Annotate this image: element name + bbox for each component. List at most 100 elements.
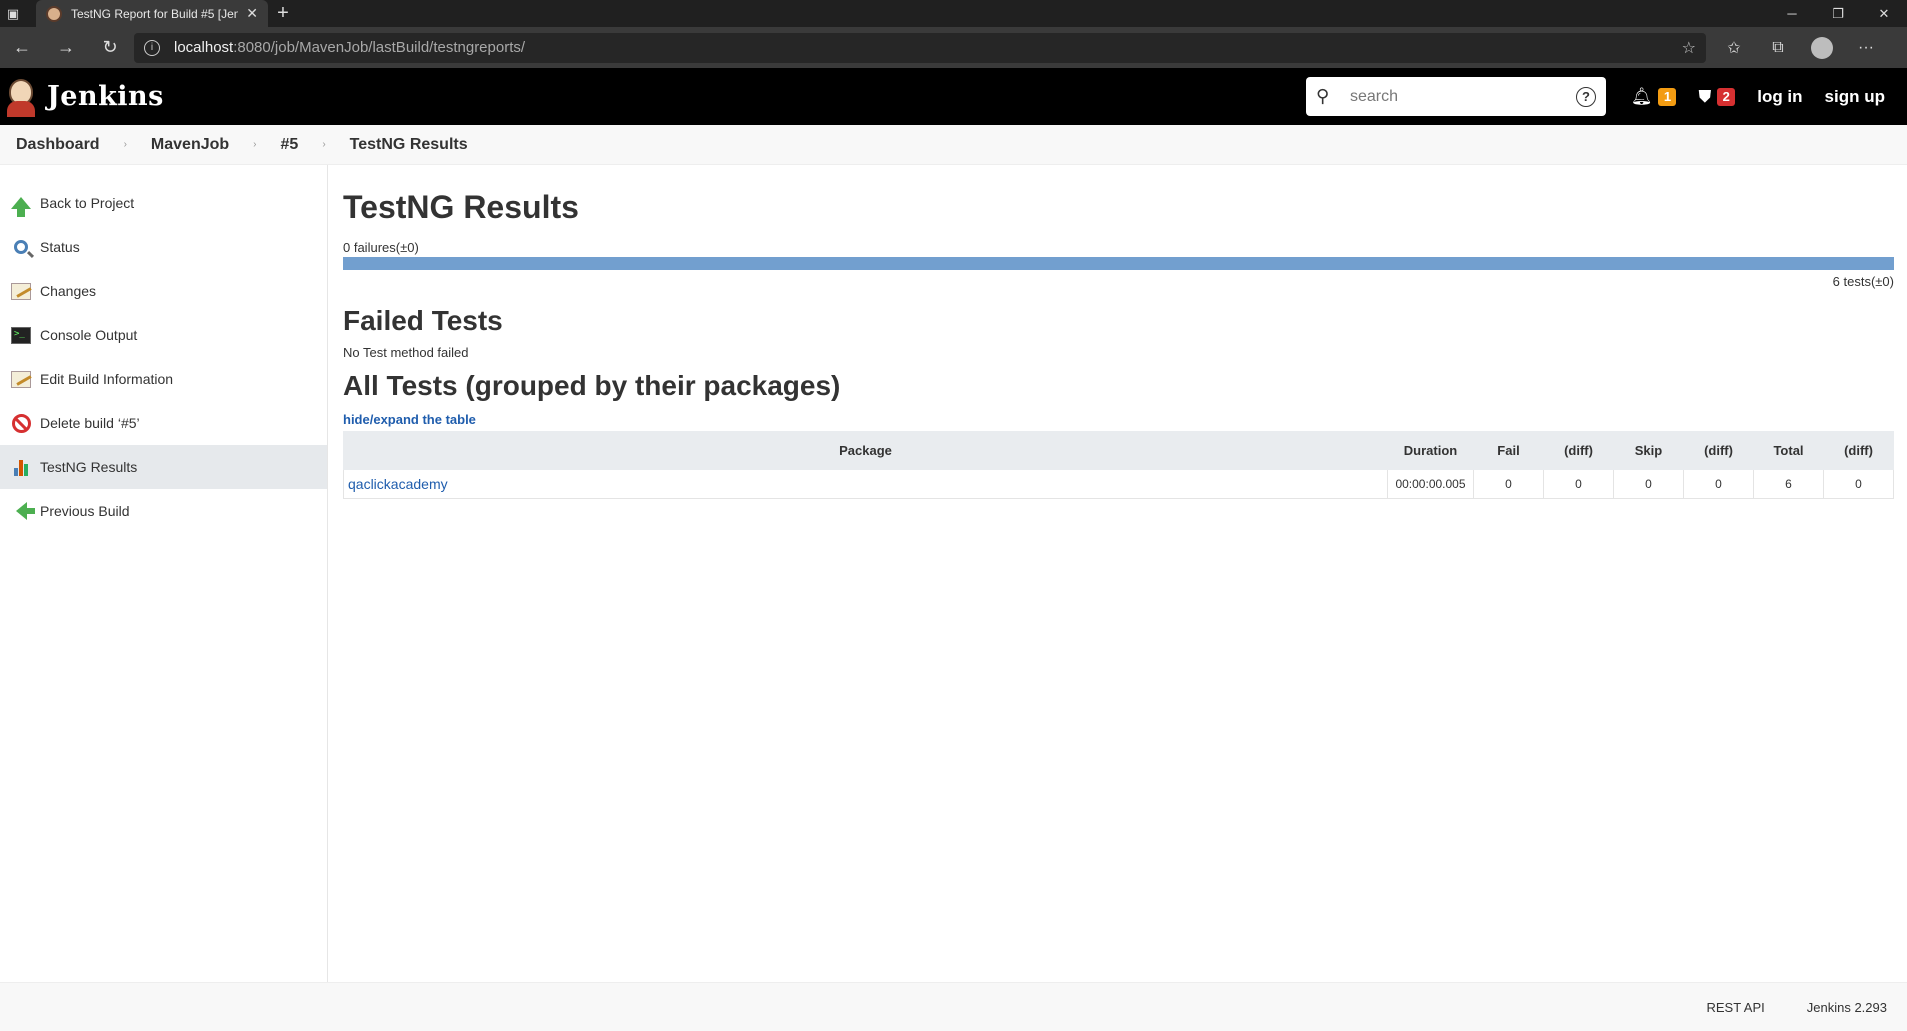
sidebar-item-label: Back to Project [40, 195, 135, 211]
close-tab-icon[interactable]: ✕ [246, 5, 258, 22]
back-icon[interactable]: ← [0, 27, 44, 68]
no-sign-icon [10, 412, 32, 434]
column-header-skip[interactable]: Skip [1613, 431, 1684, 470]
sidebar-item-label: Console Output [40, 327, 138, 343]
column-header-total[interactable]: Total [1753, 431, 1824, 470]
sidebar-item-console-output[interactable]: >_ Console Output [0, 313, 327, 357]
page-footer: REST API Jenkins 2.293 [0, 982, 1907, 1031]
column-header-total-diff[interactable]: (diff) [1823, 431, 1894, 470]
browser-tab[interactable]: TestNG Report for Build #5 [Jenk ✕ [36, 0, 268, 27]
collections-icon[interactable]: ⧉ [1756, 27, 1800, 68]
notifications[interactable]: 🔔︎ 1 [1631, 87, 1677, 107]
sidebar: Back to Project Status Changes >_ Consol… [0, 165, 328, 982]
fail-cell: 0 [1473, 469, 1544, 499]
favorites-icon[interactable]: ✩ [1712, 27, 1756, 68]
shield-icon: ⛊ [1698, 86, 1712, 106]
fail-diff-cell: 0 [1543, 469, 1614, 499]
breadcrumb-dashboard[interactable]: Dashboard [16, 136, 100, 154]
forward-icon[interactable]: → [44, 27, 88, 68]
search-box: ⚲ ? [1306, 77, 1606, 116]
column-header-package[interactable]: Package [343, 431, 1388, 470]
breadcrumb-build[interactable]: #5 [281, 136, 299, 154]
breadcrumb-current[interactable]: TestNG Results [350, 136, 468, 154]
security-alerts[interactable]: ⛊ 2 [1698, 86, 1736, 107]
table-header-row: Package Duration Fail (diff) Skip (diff)… [343, 431, 1894, 470]
chevron-right-icon: › [322, 139, 326, 150]
close-window-icon[interactable]: ✕ [1861, 0, 1907, 27]
security-badge: 2 [1717, 87, 1736, 106]
test-progress-bar [343, 257, 1894, 270]
terminal-icon: >_ [10, 324, 32, 346]
column-header-skip-diff[interactable]: (diff) [1683, 431, 1754, 470]
more-menu-icon[interactable]: ··· [1844, 27, 1888, 68]
table-row: qaclickacademy 00:00:00.005 0 0 0 0 6 0 [343, 469, 1894, 499]
chevron-right-icon: › [123, 139, 127, 150]
minimize-icon[interactable]: ─ [1769, 0, 1815, 27]
sidebar-item-label: TestNG Results [40, 459, 138, 475]
sidebar-item-previous-build[interactable]: Previous Build [0, 489, 327, 533]
magnifier-icon [10, 236, 32, 258]
bell-icon: 🔔︎ [1630, 86, 1653, 106]
tab-title: TestNG Report for Build #5 [Jenk [71, 6, 239, 21]
site-info-icon[interactable]: i [144, 39, 160, 56]
total-cell: 6 [1753, 469, 1824, 499]
jenkins-header: Jenkins ⚲ ? 🔔︎ 1 ⛊ 2 log in sign up [0, 68, 1907, 125]
sidebar-item-edit-build-information[interactable]: Edit Build Information [0, 357, 327, 401]
restore-icon[interactable]: ❐ [1815, 0, 1861, 27]
window-controls: ─ ❐ ✕ [1769, 0, 1907, 27]
sidebar-item-label: Edit Build Information [40, 371, 174, 387]
packages-table: Package Duration Fail (diff) Skip (diff)… [343, 431, 1894, 499]
breadcrumb: Dashboard › MavenJob › #5 › TestNG Resul… [0, 125, 1907, 165]
failed-tests-heading: Failed Tests [343, 305, 503, 336]
jenkins-favicon-icon [46, 5, 62, 22]
sidebar-item-back-to-project[interactable]: Back to Project [0, 181, 327, 225]
help-icon[interactable]: ? [1576, 86, 1596, 107]
profile-icon[interactable] [1800, 27, 1844, 68]
main-content: TestNG Results 0 failures(±0) 6 tests(±0… [343, 165, 1894, 499]
total-diff-cell: 0 [1823, 469, 1894, 499]
jenkins-logo-icon[interactable] [3, 77, 39, 117]
chart-icon [10, 456, 32, 478]
sidebar-item-testng-results[interactable]: TestNG Results [0, 445, 327, 489]
notepad-icon [10, 280, 32, 302]
sidebar-item-status[interactable]: Status [0, 225, 327, 269]
left-arrow-icon [10, 500, 35, 522]
refresh-icon[interactable]: ↻ [88, 27, 132, 68]
no-failed-message: No Test method failed [343, 345, 469, 360]
new-tab-icon[interactable]: + [268, 0, 298, 27]
sidebar-item-changes[interactable]: Changes [0, 269, 327, 313]
skip-diff-cell: 0 [1683, 469, 1754, 499]
sidebar-item-label: Previous Build [40, 503, 130, 519]
up-arrow-icon [10, 192, 32, 217]
tests-summary: 6 tests(±0) [1832, 274, 1894, 289]
package-cell: qaclickacademy [343, 469, 1388, 499]
all-tests-heading: All Tests (grouped by their packages) [343, 370, 841, 401]
breadcrumb-job[interactable]: MavenJob [151, 136, 229, 154]
sidebar-item-label: Delete build ‘#5’ [40, 415, 140, 431]
jenkins-brand[interactable]: Jenkins [47, 81, 164, 112]
column-header-duration[interactable]: Duration [1387, 431, 1474, 470]
signup-link[interactable]: sign up [1825, 87, 1885, 107]
search-input[interactable] [1350, 87, 1570, 106]
tab-actions-icon[interactable]: ▣ [0, 0, 26, 27]
search-icon: ⚲ [1316, 86, 1330, 106]
page-title: TestNG Results [343, 189, 579, 225]
url-path: :8080/job/MavenJob/lastBuild/testngrepor… [233, 39, 526, 56]
url-host: localhost [174, 39, 234, 56]
browser-toolbar: ← → ↻ i localhost:8080/job/MavenJob/last… [0, 27, 1907, 68]
sidebar-item-label: Changes [40, 283, 97, 299]
add-favorite-icon[interactable]: ☆ [1682, 38, 1696, 58]
login-link[interactable]: log in [1757, 87, 1802, 107]
column-header-fail-diff[interactable]: (diff) [1543, 431, 1614, 470]
address-bar[interactable]: i localhost:8080/job/MavenJob/lastBuild/… [134, 32, 1706, 63]
sidebar-item-delete-build[interactable]: Delete build ‘#5’ [0, 401, 327, 445]
hide-expand-table-link[interactable]: hide/expand the table [343, 412, 476, 427]
rest-api-link[interactable]: REST API [1706, 1000, 1764, 1015]
notifications-badge: 1 [1658, 87, 1677, 106]
jenkins-version-link[interactable]: Jenkins 2.293 [1807, 1000, 1887, 1015]
column-header-fail[interactable]: Fail [1473, 431, 1544, 470]
failures-summary: 0 failures(±0) [343, 240, 419, 255]
chevron-right-icon: › [253, 139, 257, 150]
package-link[interactable]: qaclickacademy [348, 476, 448, 492]
duration-cell: 00:00:00.005 [1387, 469, 1474, 499]
